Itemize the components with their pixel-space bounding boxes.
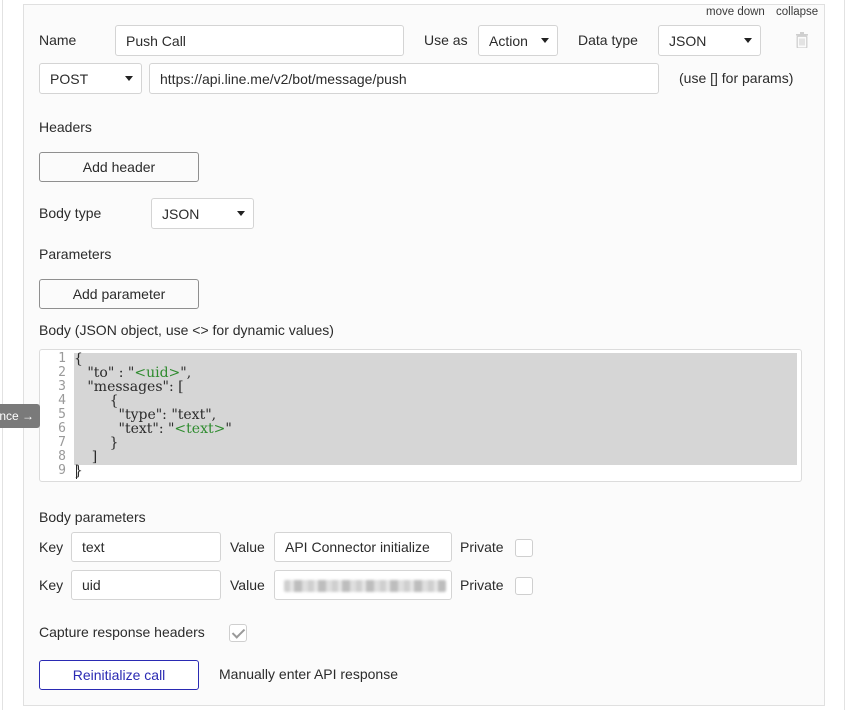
side-tab[interactable]: nce → (0, 404, 40, 428)
json-body-code: { "to" : "<uid>", "messages": [ { "type"… (74, 352, 232, 478)
line-number: 8 (58, 449, 66, 464)
add-header-button[interactable]: Add header (39, 152, 199, 182)
body-type-label: Body type (39, 205, 102, 221)
line-number: 9 (58, 463, 66, 478)
private-checkbox[interactable] (515, 539, 533, 557)
line-number-gutter: 1 2 3 4 5 6 7 8 9 (40, 352, 70, 478)
line-number: 7 (58, 435, 66, 450)
param-key-input[interactable]: uid (71, 570, 221, 600)
line-number: 1 (58, 351, 66, 366)
redacted-value (284, 580, 446, 592)
private-checkbox[interactable] (515, 577, 533, 595)
code-line: } (74, 463, 83, 479)
headers-title: Headers (39, 119, 92, 135)
code-line: "messages": [ (74, 379, 184, 395)
body-label: Body (JSON object, use <> for dynamic va… (39, 322, 334, 338)
data-type-dropdown[interactable]: JSON (658, 25, 761, 56)
code-line: "to" : "<uid>", (74, 365, 192, 381)
key-label: Key (39, 539, 64, 555)
use-as-value: Action (489, 32, 528, 49)
text-cursor (76, 465, 77, 479)
use-as-dropdown[interactable]: Action (478, 25, 558, 56)
line-number: 6 (58, 421, 66, 436)
add-parameter-button[interactable]: Add parameter (39, 279, 199, 309)
chevron-down-icon (125, 76, 133, 81)
collapse-link[interactable]: collapse (776, 6, 818, 18)
data-type-label: Data type (578, 32, 638, 48)
parameters-title: Parameters (39, 246, 112, 262)
http-method-dropdown[interactable]: POST (39, 63, 142, 94)
code-line: } (74, 435, 119, 451)
code-line: "type": "text", (74, 407, 217, 423)
code-line: "text": "<text>" (74, 421, 232, 437)
value-label: Value (230, 577, 265, 593)
json-body-editor[interactable]: 1 2 3 4 5 6 7 8 9 { "to" : "<uid>", "mes… (39, 349, 802, 482)
chevron-down-icon (541, 38, 549, 43)
code-line: { (74, 351, 83, 367)
param-key-input[interactable]: text (71, 532, 221, 562)
value-label: Value (230, 539, 265, 555)
private-label: Private (460, 539, 504, 555)
code-line: { (74, 393, 119, 409)
name-label: Name (39, 32, 77, 48)
chevron-down-icon (744, 38, 752, 43)
line-number: 3 (58, 379, 66, 394)
url-input[interactable]: https://api.line.me/v2/bot/message/push (149, 63, 659, 94)
call-name-input[interactable]: Push Call (115, 25, 404, 56)
body-parameters-title: Body parameters (39, 509, 146, 525)
private-label: Private (460, 577, 504, 593)
body-type-value: JSON (162, 205, 200, 222)
http-method-value: POST (50, 70, 89, 87)
reinitialize-call-button[interactable]: Reinitialize call (39, 660, 199, 690)
line-number: 5 (58, 407, 66, 422)
params-hint: (use [] for params) (679, 70, 794, 86)
line-number: 4 (58, 393, 66, 408)
capture-headers-label: Capture response headers (39, 624, 205, 640)
capture-headers-checkbox[interactable] (229, 624, 247, 642)
param-value-input[interactable]: API Connector initialize (274, 532, 452, 562)
body-type-dropdown[interactable]: JSON (151, 198, 254, 229)
trash-icon[interactable] (796, 32, 808, 48)
move-down-link[interactable]: move down (706, 6, 765, 18)
chevron-down-icon (237, 211, 245, 216)
line-number: 2 (58, 365, 66, 380)
manual-response-link[interactable]: Manually enter API response (219, 666, 398, 682)
code-line: ] (74, 449, 98, 465)
key-label: Key (39, 577, 64, 593)
use-as-label: Use as (424, 32, 468, 48)
data-type-value: JSON (669, 32, 707, 49)
